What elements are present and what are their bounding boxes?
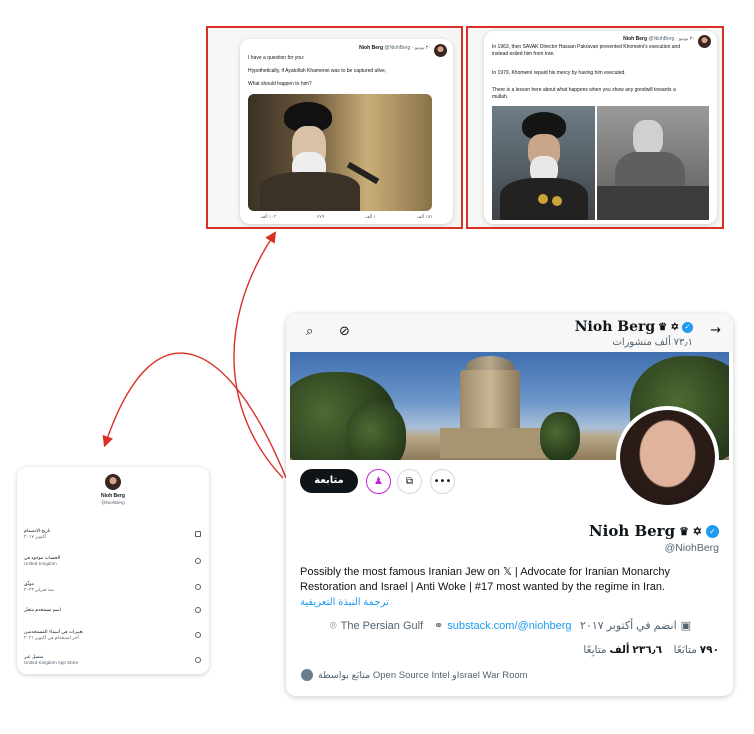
mute-icon[interactable]: ⊘ xyxy=(339,324,350,339)
tweet-meta: @NiohBerg · ٣٠ يونيو xyxy=(648,36,695,42)
tweet-avatar[interactable] xyxy=(698,35,711,48)
tweet-card-khamenei[interactable]: Nioh Berg @NiohBerg · ٣٠ يونيو I have a … xyxy=(240,39,453,224)
followed-by[interactable]: متابَع بواسطة Open Source Intel وIsrael … xyxy=(300,668,528,682)
tweet-header: Nioh Berg @NiohBerg · ٣٠ يونيو xyxy=(359,45,431,51)
tweet-image-khomeini[interactable] xyxy=(492,106,595,220)
history-icon xyxy=(195,632,201,638)
annotation-box-left: Nioh Berg @NiohBerg · ٣٠ يونيو I have a … xyxy=(206,26,463,229)
info-sub: منذ فبراير ٢٠٢٣ xyxy=(24,587,54,592)
notification-button[interactable]: ⧉ xyxy=(397,469,422,494)
followers-label: متابِعًا xyxy=(583,644,607,656)
info-row-location: الحساب موجود في United Kingdom xyxy=(24,551,201,571)
profile-avatar[interactable] xyxy=(616,406,719,509)
info-row-connected-via: متصل عبر United Kingdom App Store xyxy=(24,650,201,670)
following-count: ٧٩٠ xyxy=(699,644,719,656)
subscribe-icon: ♟ xyxy=(374,476,383,487)
subscribe-button[interactable]: ♟ xyxy=(366,469,391,494)
following-label: متابَعًا xyxy=(673,644,697,656)
verified-badge-icon: ✓ xyxy=(682,321,693,333)
tweet-line-2: In 1979, Khomeini repaid his mercy by ha… xyxy=(492,70,626,76)
profile-topbar: ⌕ ⊘ Nioh Berg ♛ ✡ ✓ ٧٣٫١ ألف منشورات → xyxy=(286,314,733,352)
info-sub: أكتوبر ٢٠١٧ xyxy=(24,534,47,539)
info-title: اسم مستخدم متغيّر xyxy=(24,607,61,612)
notification-icon: ⧉ xyxy=(405,476,414,487)
topbar-name-text: Nioh Berg xyxy=(574,319,656,335)
followers-count: ٢٣٦٫٦ ألف xyxy=(609,644,662,656)
profile-handle: @NiohBerg xyxy=(664,542,719,554)
account-handle: @NiohBerg xyxy=(101,500,125,505)
followed-by-text: متابَع بواسطة Open Source Intel وIsrael … xyxy=(318,669,528,681)
display-name-text: Nioh Berg xyxy=(588,522,676,540)
tweet-image-khamenei[interactable] xyxy=(248,94,432,211)
tweet-card-khomeini[interactable]: Nioh Berg @NiohBerg · ٣٠ يونيو In 1963, … xyxy=(484,31,717,224)
location-text: The Persian Gulf xyxy=(340,620,424,632)
tweet-replies[interactable]: ٢٧٩ xyxy=(317,214,324,220)
follow-counts: ٧٩٠ متابَعًا ٢٣٦٫٦ ألف متابِعًا xyxy=(583,644,719,656)
info-title: متصل عبر xyxy=(24,654,44,659)
back-arrow-icon[interactable]: → xyxy=(710,323,721,338)
tweet-line-2: Hypothetically, if Ayatollah Khamenei wa… xyxy=(248,68,387,74)
arrow-to-sidecard xyxy=(102,352,287,479)
tweet-line-3: There is a lesson here about what happen… xyxy=(492,87,676,100)
info-title: تاريخ الانضمام xyxy=(24,528,51,533)
info-row-verified[interactable]: موثّق منذ فبراير ٢٠٢٣ xyxy=(24,577,201,597)
account-name: Nioh Berg xyxy=(101,493,125,499)
calendar-icon xyxy=(195,531,201,537)
tweet-image-pakravan[interactable] xyxy=(597,106,709,220)
translate-bio-link[interactable]: ترجمة النبذة التعريفية xyxy=(300,597,389,608)
profile-bio: Possibly the most famous Iranian Jew on … xyxy=(300,566,671,593)
annotation-box-right: Nioh Berg @NiohBerg · ٣٠ يونيو In 1963, … xyxy=(466,26,724,229)
info-row-joined: تاريخ الانضمام أكتوبر ٢٠١٧ xyxy=(24,524,201,544)
location-item: ⌾ The Persian Gulf xyxy=(330,619,423,633)
follower-avatar xyxy=(300,668,314,682)
tweet-views[interactable]: ١٠٣ ألف xyxy=(260,214,276,220)
verified-badge-icon: ✓ xyxy=(706,524,719,538)
location-icon xyxy=(195,558,201,564)
website-item: ⚭ substack.com/@niohberg xyxy=(434,619,572,632)
at-icon xyxy=(195,607,201,613)
info-sub: United Kingdom App Store xyxy=(24,660,79,665)
account-avatar[interactable] xyxy=(105,474,121,490)
info-title: موثّق xyxy=(24,581,34,586)
globe-icon xyxy=(195,657,201,663)
link-icon: ⚭ xyxy=(434,619,444,632)
info-sub: آخر استخدام في أكتوبر ٢٠٢١ xyxy=(24,635,79,640)
tweet-line-1: In 1963, then SAVAK Director Hassan Pakr… xyxy=(492,44,681,57)
tweet-header: Nioh Berg @NiohBerg · ٣٠ يونيو xyxy=(623,36,695,42)
posts-count: ٧٣٫١ ألف منشورات xyxy=(612,337,693,348)
name-emojis: ♛ ✡ xyxy=(679,524,702,538)
tweet-likes[interactable]: ١٥١ ألف xyxy=(417,214,433,220)
followers-stat[interactable]: ٢٣٦٫٦ ألف متابِعًا xyxy=(583,644,662,656)
website-link[interactable]: substack.com/@niohberg xyxy=(447,620,571,632)
location-icon: ⌾ xyxy=(330,619,337,632)
info-row-username-changes: تغييرات في أسماء المستخدمين آخر استخدام ف… xyxy=(24,625,201,645)
tweet-meta: @NiohBerg · ٣٠ يونيو xyxy=(384,45,431,51)
joined-text: انضم في أكتوبر ٢٠١٧ xyxy=(580,620,677,632)
info-row-username[interactable]: اسم مستخدم متغيّر xyxy=(24,600,201,620)
tweet-avatar[interactable] xyxy=(434,44,447,57)
verified-icon xyxy=(195,584,201,590)
info-title: تغييرات في أسماء المستخدمين xyxy=(24,629,84,634)
calendar-icon: ▣ xyxy=(680,619,692,632)
follow-button[interactable]: متابعة xyxy=(300,469,358,493)
display-name: Nioh Berg ♛ ✡ ✓ xyxy=(589,522,719,540)
info-sub: United Kingdom xyxy=(24,561,57,566)
tweet-reposts[interactable]: ١ ألف xyxy=(365,214,376,220)
more-button[interactable]: ••• xyxy=(430,469,455,494)
tweet-author[interactable]: Nioh Berg xyxy=(359,45,383,51)
account-info-card: Nioh Berg @NiohBerg تاريخ الانضمام أكتوبر… xyxy=(17,467,209,674)
following-stat[interactable]: ٧٩٠ متابَعًا xyxy=(674,644,719,656)
joined-item: ▣ انضم في أكتوبر ٢٠١٧ xyxy=(580,619,691,632)
more-icon: ••• xyxy=(433,476,452,487)
search-icon[interactable]: ⌕ xyxy=(306,324,313,339)
arrow-to-tweets xyxy=(233,231,284,479)
tweet-author[interactable]: Nioh Berg xyxy=(623,36,647,42)
profile-card: ⌕ ⊘ Nioh Berg ♛ ✡ ✓ ٧٣٫١ ألف منشورات → م… xyxy=(286,314,733,696)
tweet-line-1: I have a question for you: xyxy=(248,55,305,61)
info-title: الحساب موجود في xyxy=(24,555,61,560)
topbar-name: Nioh Berg ♛ ✡ ✓ xyxy=(575,319,693,335)
tweet-actions: ١٠٣ ألف ٢٧٩ ١ ألف ١٥١ ألف xyxy=(240,214,453,220)
name-emojis: ♛ ✡ xyxy=(658,321,679,333)
tweet-line-3: What should happen to him? xyxy=(248,81,312,87)
